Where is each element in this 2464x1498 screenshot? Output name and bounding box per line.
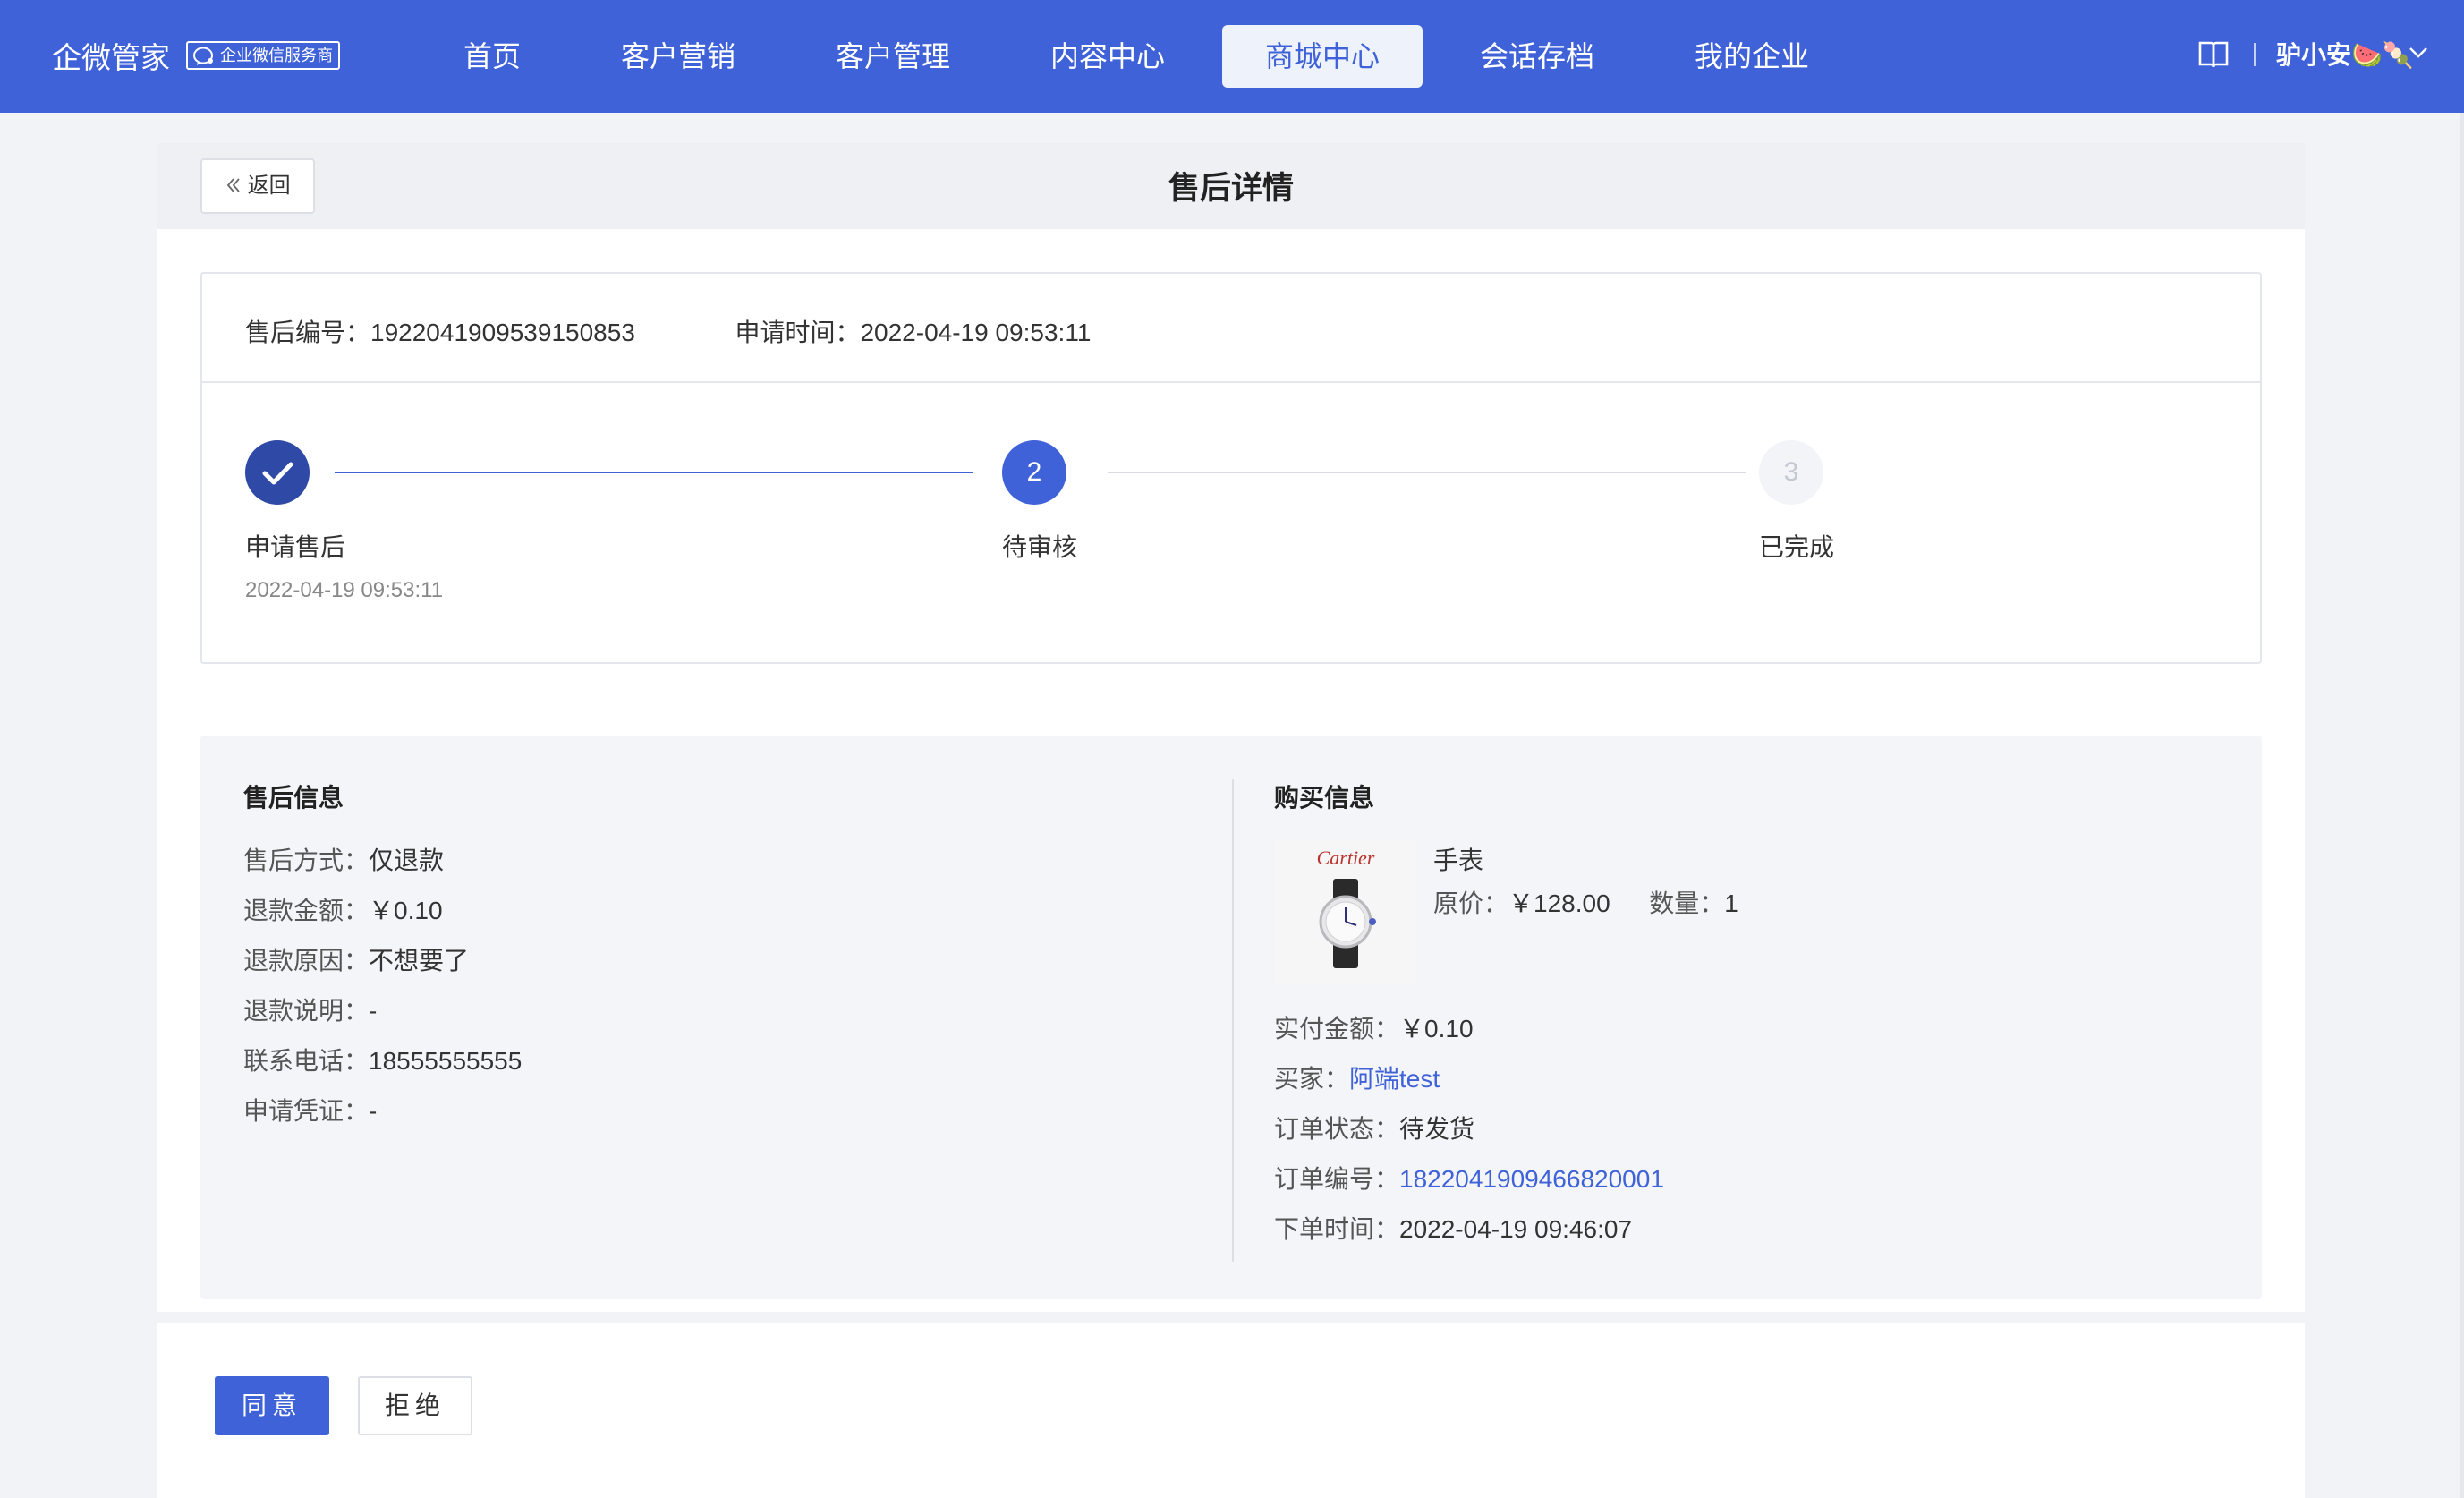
- step-3-label: 已完成: [1759, 533, 1835, 561]
- top-nav-bar: 企微管家 企业微信服务商 首页 客户营销 客户管理 内容中心 商城中心 会话存档…: [0, 0, 2464, 113]
- nav-home[interactable]: 首页: [438, 25, 546, 88]
- step-3-circle: 3: [1759, 440, 1823, 505]
- refund-reason: 退款原因：不想要了: [243, 947, 470, 975]
- order-status: 订单状态：待发货: [1274, 1115, 1475, 1143]
- brand-name[interactable]: 企微管家: [52, 34, 170, 77]
- quantity: 1: [1724, 889, 1738, 917]
- step-2-circle: 2: [1002, 440, 1066, 505]
- purchase-info-title: 购买信息: [1274, 784, 1375, 812]
- agree-button[interactable]: 同意: [215, 1376, 329, 1435]
- watch-image: [1319, 879, 1376, 968]
- nav-content-center[interactable]: 内容中心: [1038, 25, 1177, 88]
- order-number: 订单编号：1822041909466820001: [1274, 1165, 1664, 1193]
- back-button[interactable]: 返回: [200, 158, 315, 214]
- user-menu[interactable]: 驴小安🍉🍡: [2276, 36, 2414, 72]
- back-button-label: 返回: [247, 174, 291, 198]
- step-1-circle: [245, 440, 310, 505]
- page-header: 售后详情 返回: [157, 143, 2305, 229]
- aftersale-type: 售后方式：仅退款: [243, 847, 445, 874]
- panel-divider: [1232, 779, 1234, 1262]
- buyer: 买家：阿端test: [1274, 1065, 1440, 1093]
- refund-note: 退款说明：-: [243, 997, 378, 1025]
- order-status-card: 售后编号：1922041909539150853 申请时间：2022-04-19…: [200, 272, 2262, 664]
- refund-amount: 退款金额：￥0.10: [243, 897, 443, 924]
- nav-customer-marketing[interactable]: 客户营销: [608, 25, 748, 88]
- aftersale-no-label: 售后编号：: [245, 319, 371, 346]
- apply-proof: 申请凭证：-: [243, 1097, 378, 1125]
- order-meta: 售后编号：1922041909539150853 申请时间：2022-04-19…: [245, 313, 1091, 349]
- contact-phone: 联系电话：18555555555: [243, 1047, 523, 1075]
- double-chevron-left-icon: [226, 178, 240, 192]
- partner-badge: 企业微信服务商: [186, 41, 340, 70]
- nav-customer-management[interactable]: 客户管理: [823, 25, 963, 88]
- book-icon[interactable]: [2197, 39, 2230, 70]
- apply-time-label: 申请时间：: [735, 319, 861, 346]
- step-connector-done: [335, 472, 973, 473]
- card-divider: [202, 381, 2260, 383]
- action-bar: 同意 拒绝: [157, 1312, 2305, 1498]
- original-price: ￥128.00: [1508, 889, 1610, 917]
- wecom-icon: [193, 47, 213, 65]
- step-1-label: 申请售后: [245, 533, 346, 561]
- nav-separator: [2254, 43, 2256, 66]
- partner-badge-text: 企业微信服务商: [220, 47, 333, 64]
- aftersale-info-title: 售后信息: [243, 784, 344, 812]
- nav-my-enterprise[interactable]: 我的企业: [1682, 25, 1822, 88]
- nav-mall-center[interactable]: 商城中心: [1222, 25, 1423, 88]
- reject-button[interactable]: 拒绝: [358, 1376, 472, 1435]
- step-connector-pending: [1108, 472, 1746, 473]
- chevron-down-icon[interactable]: [2409, 47, 2428, 59]
- scrollbar[interactable]: [2460, 113, 2464, 1498]
- product-thumbnail[interactable]: Cartier: [1274, 841, 1417, 984]
- step-2-label: 待审核: [1002, 533, 1078, 561]
- info-panel: 售后信息 售后方式：仅退款 退款金额：￥0.10 退款原因：不想要了 退款说明：…: [200, 736, 2262, 1299]
- apply-time: 2022-04-19 09:53:11: [860, 319, 1092, 346]
- nav-chat-archive[interactable]: 会话存档: [1467, 25, 1607, 88]
- step-1-time: 2022-04-19 09:53:11: [245, 578, 444, 602]
- aftersale-no: 1922041909539150853: [370, 319, 635, 346]
- product-price-qty: 原价：￥128.00 数量：1: [1433, 889, 1738, 917]
- order-number-link[interactable]: 1822041909466820001: [1399, 1165, 1664, 1193]
- paid-amount: 实付金额：￥0.10: [1274, 1015, 1474, 1043]
- product-name: 手表: [1433, 847, 1484, 874]
- check-icon: [262, 462, 293, 485]
- order-time: 下单时间：2022-04-19 09:46:07: [1274, 1215, 1633, 1243]
- buyer-link[interactable]: 阿端test: [1349, 1065, 1440, 1093]
- page-title: 售后详情: [1168, 171, 1294, 206]
- aftersale-detail-page: 售后详情 返回 售后编号：1922041909539150853 申请时间：20…: [157, 143, 2305, 1498]
